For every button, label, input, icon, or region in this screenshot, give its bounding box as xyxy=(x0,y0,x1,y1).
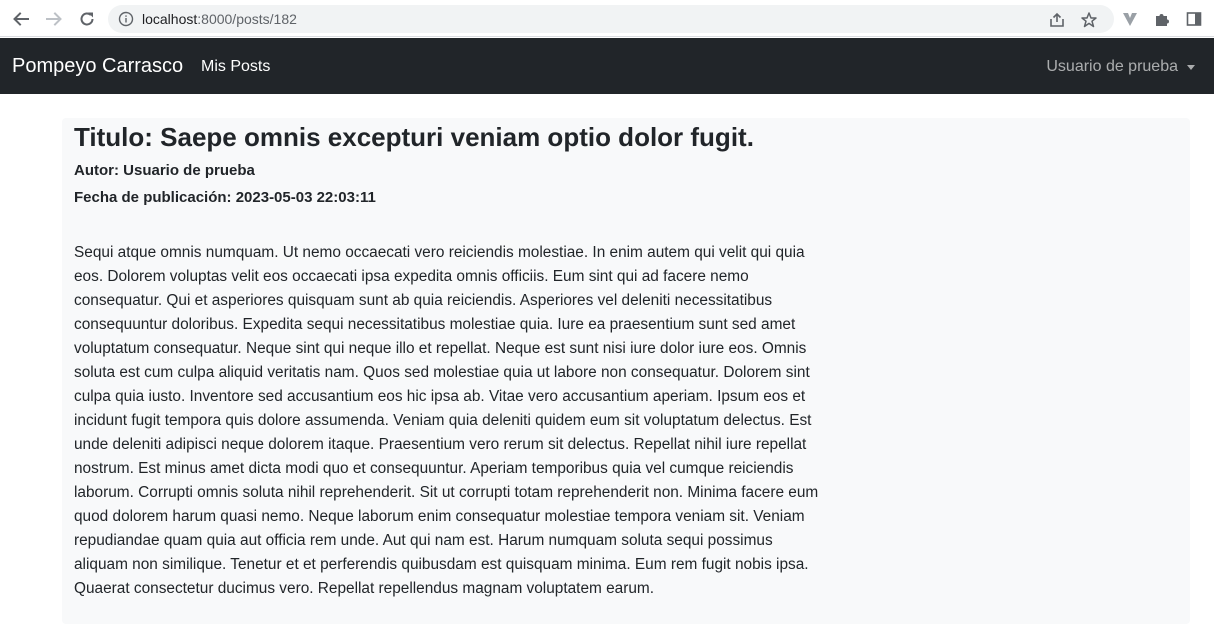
url-host: localhost xyxy=(142,11,198,27)
back-arrow-icon[interactable] xyxy=(10,8,32,30)
info-icon[interactable] xyxy=(118,11,134,27)
browser-toolbar: localhost:8000/posts/182 xyxy=(0,0,1214,37)
forward-arrow-icon[interactable] xyxy=(43,8,65,30)
url-path: :8000/posts/182 xyxy=(197,11,297,27)
address-bar[interactable]: localhost:8000/posts/182 xyxy=(108,5,1114,33)
post-title: Titulo: Saepe omnis excepturi veniam opt… xyxy=(74,122,754,152)
share-icon[interactable] xyxy=(1048,11,1066,29)
post-container: Titulo: Saepe omnis excepturi veniam opt… xyxy=(62,118,1190,624)
star-icon[interactable] xyxy=(1080,11,1098,29)
user-menu-dropdown[interactable]: Usuario de prueba xyxy=(1046,58,1195,76)
post-body: Sequi atque omnis numquam. Ut nemo occae… xyxy=(74,244,819,597)
puzzle-icon[interactable] xyxy=(1152,9,1172,29)
url-text[interactable]: localhost:8000/posts/182 xyxy=(142,11,297,27)
nav-link-mis-posts[interactable]: Mis Posts xyxy=(201,58,270,76)
brand-link[interactable]: Pompeyo Carrasco xyxy=(12,55,183,78)
caret-down-icon xyxy=(1187,65,1195,70)
reload-icon[interactable] xyxy=(76,8,98,30)
post-date: Fecha de publicación: 2023-05-03 22:03:1… xyxy=(74,189,376,206)
side-panel-icon[interactable] xyxy=(1184,9,1204,29)
user-menu-label: Usuario de prueba xyxy=(1046,58,1178,75)
top-navbar: Pompeyo Carrasco Mis Posts Usuario de pr… xyxy=(0,38,1214,94)
post-content: Titulo: Saepe omnis excepturi veniam opt… xyxy=(74,118,819,601)
post-author: Autor: Usuario de prueba xyxy=(74,162,255,179)
v-extension-icon[interactable] xyxy=(1120,9,1140,29)
